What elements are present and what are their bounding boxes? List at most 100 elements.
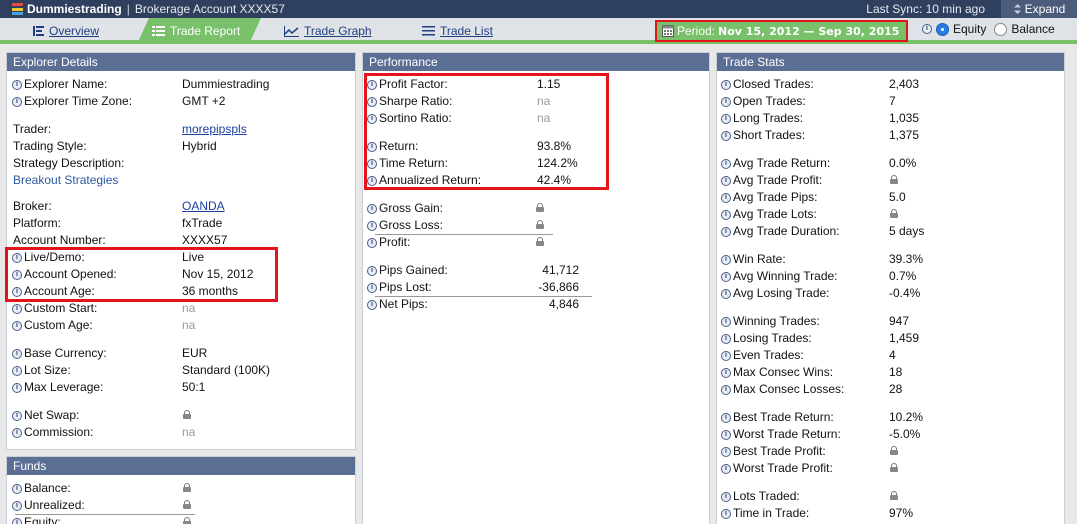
strategy-description-label: Strategy Description: <box>13 156 125 170</box>
closed-trades-label: Closed Trades: <box>733 77 814 91</box>
breakout-strategies-label[interactable]: Breakout Strategies <box>13 172 118 189</box>
info-icon[interactable]: i <box>367 158 377 169</box>
lots-traded-label: Lots Traded: <box>733 489 800 503</box>
explorer-details-title: Explorer Details <box>7 53 355 71</box>
info-icon[interactable]: i <box>12 252 22 263</box>
worst-trade-return-label: Worst Trade Return: <box>733 427 841 441</box>
info-icon[interactable]: i <box>367 282 377 293</box>
info-icon[interactable]: i <box>721 271 731 282</box>
info-icon[interactable]: i <box>367 141 377 152</box>
top-bar: Dummiestrading | Brokerage Account XXXX5… <box>0 0 1077 18</box>
info-icon[interactable]: i <box>12 382 22 393</box>
info-icon[interactable]: i <box>12 96 22 107</box>
return-row: i Return: 93.8% <box>363 138 709 155</box>
balance-radio-label[interactable]: Balance <box>1011 22 1054 36</box>
info-icon[interactable]: i <box>721 209 731 220</box>
info-icon[interactable]: i <box>721 288 731 299</box>
base-currency-value: EUR <box>182 346 208 360</box>
info-icon[interactable]: i <box>367 113 377 124</box>
info-icon[interactable]: i <box>12 79 22 90</box>
info-icon[interactable]: i <box>12 517 22 524</box>
equity-radio-label[interactable]: Equity <box>953 22 986 36</box>
info-icon[interactable]: i <box>721 130 731 141</box>
info-icon[interactable]: i <box>721 254 731 265</box>
avg-losing-trade-value: -0.4% <box>889 286 921 300</box>
info-icon[interactable]: i <box>721 113 731 124</box>
lock-icon <box>183 483 191 492</box>
avg-trade-return-row: i Avg Trade Return: 0.0% <box>717 155 1064 172</box>
info-icon[interactable]: i <box>367 175 377 186</box>
net-swap-row: i Net Swap: <box>7 407 355 424</box>
info-icon[interactable]: i <box>721 429 731 440</box>
info-icon[interactable]: i <box>721 226 731 237</box>
info-icon[interactable]: i <box>12 286 22 297</box>
pips-gained-label: Pips Gained: <box>379 263 448 277</box>
info-icon[interactable]: i <box>721 508 731 519</box>
info-icon[interactable]: i <box>367 220 377 231</box>
lock-icon <box>183 517 191 524</box>
info-icon[interactable]: i <box>721 316 731 327</box>
info-icon[interactable]: i <box>721 333 731 344</box>
best-trade-profit-row: i Best Trade Profit: <box>717 443 1064 460</box>
info-icon[interactable]: i <box>12 269 22 280</box>
open-trades-value: 7 <box>889 94 896 108</box>
info-icon[interactable]: i <box>721 367 731 378</box>
info-icon[interactable]: i <box>12 365 22 376</box>
info-icon[interactable]: i <box>721 96 731 107</box>
info-icon[interactable]: i <box>12 427 22 438</box>
account-opened-label: Account Opened: <box>24 267 117 281</box>
brand-logo-icon <box>12 3 23 15</box>
tab-trade-report[interactable]: Trade Report <box>137 18 261 44</box>
open-trades-label: Open Trades: <box>733 94 806 108</box>
info-icon[interactable]: i <box>367 79 377 90</box>
info-icon[interactable]: i <box>12 483 22 494</box>
best-trade-return-row: i Best Trade Return: 10.2% <box>717 409 1064 426</box>
profit-factor-row: i Profit Factor: 1.15 <box>363 76 709 93</box>
tab-overview[interactable]: Overview <box>33 18 99 44</box>
tab-trade-list[interactable]: Trade List <box>422 18 493 44</box>
info-icon[interactable]: i <box>721 446 731 457</box>
info-icon[interactable]: i <box>721 158 731 169</box>
tab-trade-graph[interactable]: Trade Graph <box>284 18 372 44</box>
broker-label: Broker: <box>13 199 52 213</box>
explorer-name-value: Dummiestrading <box>182 77 270 91</box>
base-currency-row: i Base Currency: EUR <box>7 345 355 362</box>
info-icon[interactable]: i <box>721 463 731 474</box>
info-icon[interactable]: i <box>367 203 377 214</box>
avg-trade-pips-value: 5.0 <box>889 190 906 204</box>
info-icon[interactable]: i <box>12 320 22 331</box>
avg-trade-profit-label: Avg Trade Profit: <box>733 173 823 187</box>
lots-traded-row: i Lots Traded: <box>717 488 1064 505</box>
info-icon[interactable]: i <box>367 96 377 107</box>
equity-radio[interactable] <box>936 22 949 36</box>
strategy-description-row: Strategy Description: <box>7 155 355 172</box>
info-icon[interactable]: i <box>721 79 731 90</box>
info-icon[interactable]: i <box>721 350 731 361</box>
sortino-ratio-value: na <box>537 111 551 125</box>
return-label: Return: <box>379 139 419 153</box>
info-icon[interactable]: i <box>12 348 22 359</box>
info-icon[interactable]: i <box>12 410 22 421</box>
balance-radio[interactable] <box>994 22 1008 36</box>
info-icon[interactable]: i <box>721 412 731 423</box>
info-icon[interactable]: i <box>367 237 377 248</box>
broker-value[interactable]: OANDA <box>182 199 225 213</box>
info-icon[interactable]: i <box>367 299 377 310</box>
info-icon[interactable]: i <box>721 491 731 502</box>
avg-trade-pips-row: i Avg Trade Pips: 5.0 <box>717 189 1064 206</box>
account-age-value: 36 months <box>182 284 239 298</box>
info-icon[interactable]: i <box>12 303 22 314</box>
info-icon[interactable]: i <box>721 192 731 203</box>
trader-value[interactable]: morepipspls <box>182 122 247 136</box>
info-icon[interactable]: i <box>721 384 731 395</box>
expand-button[interactable]: Expand <box>1001 0 1077 18</box>
period-selector[interactable]: Period: Nov 15, 2012 — Sep 30, 2015 <box>655 20 908 42</box>
profit-label: Profit: <box>379 235 411 249</box>
info-icon[interactable]: i <box>721 175 731 186</box>
lock-icon <box>890 446 898 455</box>
explorer-time-zone-label: Explorer Time Zone: <box>24 94 133 108</box>
info-icon[interactable]: i <box>367 265 377 276</box>
info-icon[interactable]: i <box>12 500 22 511</box>
expand-icon <box>1013 4 1021 14</box>
info-icon[interactable]: i <box>922 24 932 34</box>
